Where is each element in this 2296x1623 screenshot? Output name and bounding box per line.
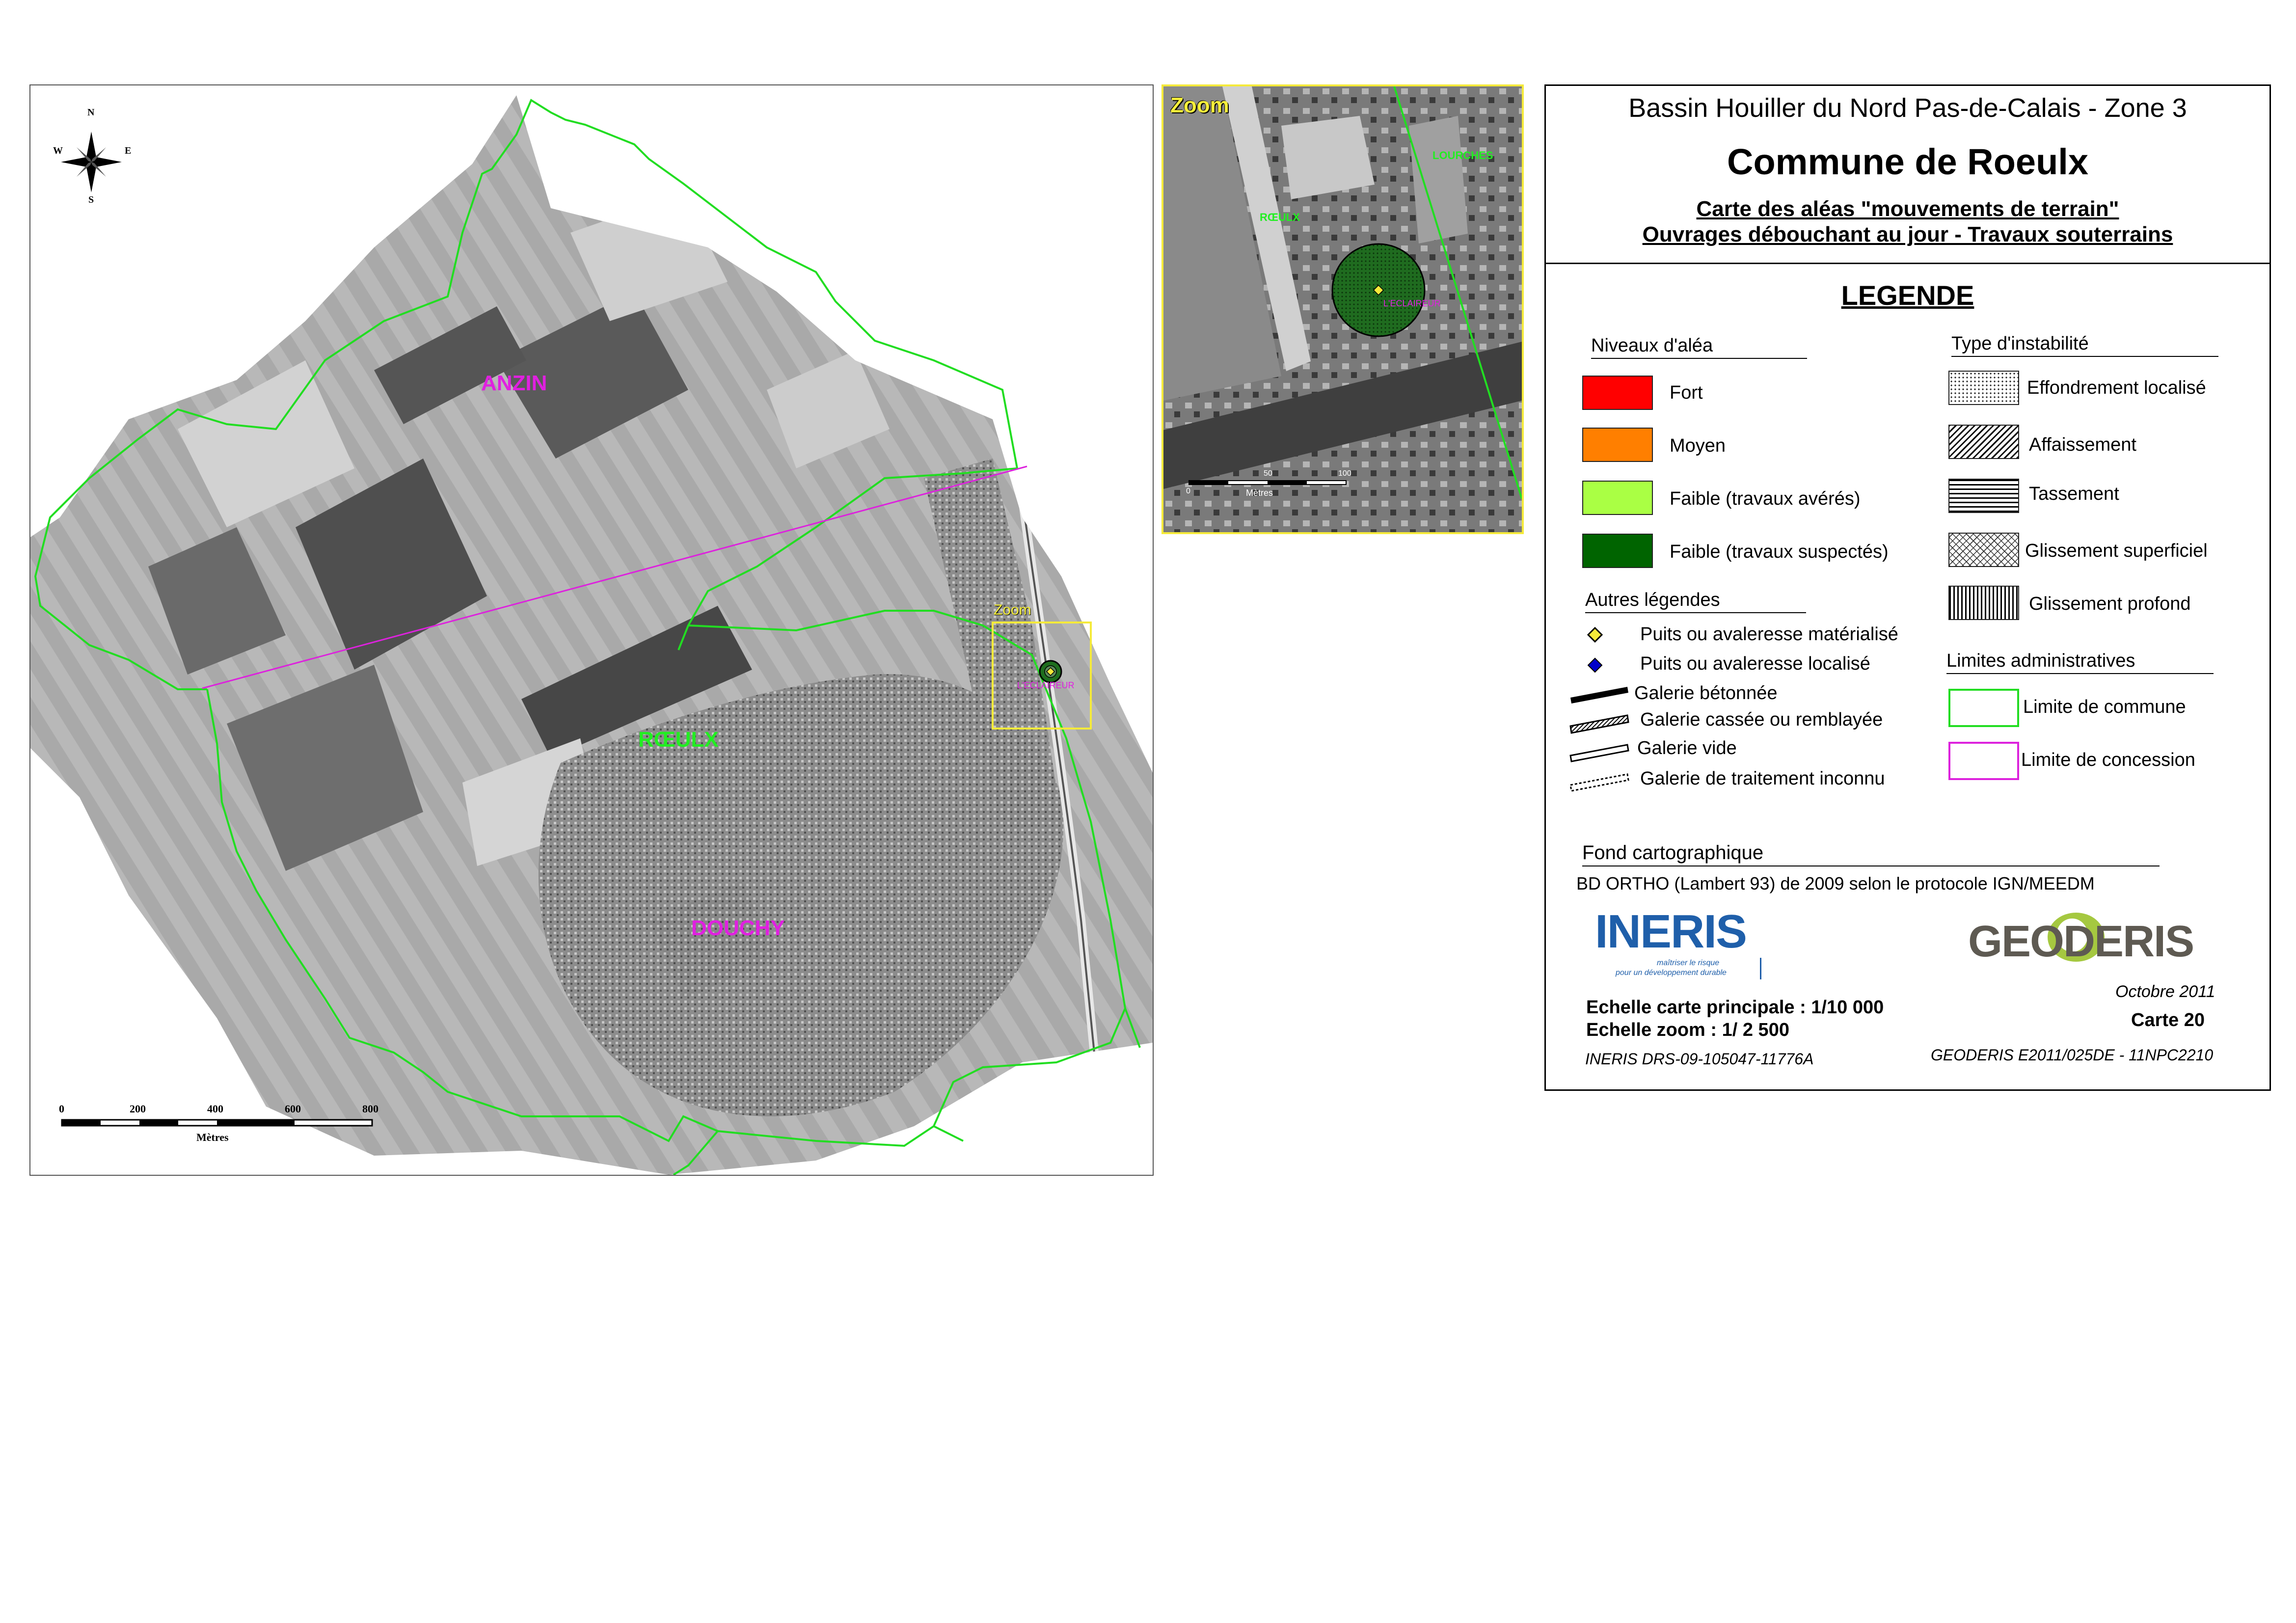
label-glissement-superficiel: Glissement superficiel (2025, 541, 2208, 561)
scale-bar-graphic (61, 1119, 373, 1127)
zoom-label-roeulx: RŒULX (1260, 211, 1300, 223)
ineris-tagline-1: maîtriser le risque (1657, 959, 1720, 967)
orthophoto-canvas (30, 95, 1153, 1175)
scale-tick-600: 600 (285, 1103, 301, 1115)
pattern-glissement-superficiel-icon (1948, 533, 2019, 567)
ineris-logo-text: INERIS (1595, 905, 1747, 958)
compass-e-label: E (125, 145, 132, 156)
label-fort: Fort (1670, 382, 1703, 403)
commune-label-douchy: DOUCHY (691, 916, 785, 940)
title-basin: Bassin Houiller du Nord Pas-de-Calais - … (1628, 93, 2187, 123)
ineris-ref: INERIS DRS-09-105047-11776A (1585, 1050, 1814, 1068)
pattern-affaissement-icon (1948, 425, 2019, 459)
scale-tick-400: 400 (207, 1103, 223, 1115)
legend-panel: Bassin Houiller du Nord Pas-de-Calais - … (1544, 84, 2271, 1091)
fond-title: Fond cartographique (1582, 842, 1764, 864)
pattern-tassement-icon (1948, 479, 2019, 513)
ineris-logo: INERIS maîtriser le risque pour un dével… (1595, 905, 1772, 983)
swatch-moyen (1582, 428, 1653, 462)
title-map-type: Carte des aléas "mouvements de terrain" (1696, 197, 2119, 221)
compass-rose (61, 132, 122, 192)
main-map[interactable]: N S E W ANZIN RŒULX DOUCHY Zoom L'ECLAIR… (29, 84, 1154, 1176)
label-puits-materialise: Puits ou avaleresse matérialisé (1640, 624, 1898, 645)
limites-underline (1946, 673, 2214, 674)
map-number: Carte 20 (2131, 1010, 2205, 1030)
label-affaissement: Affaissement (2029, 434, 2136, 455)
autres-title: Autres légendes (1585, 590, 1720, 610)
title-block: Bassin Houiller du Nord Pas-de-Calais - … (1546, 86, 2269, 264)
label-faible-averes: Faible (travaux avérés) (1670, 488, 1861, 509)
echelle-main: Echelle carte principale : 1/10 000 (1586, 997, 1884, 1018)
autres-underline (1585, 612, 1806, 613)
legend-heading: LEGENDE (1841, 280, 1974, 311)
swatch-faible-averes (1582, 481, 1653, 515)
label-limite-concession: Limite de concession (2021, 750, 2195, 770)
thick-black-line-icon (1570, 687, 1628, 703)
zoom-scale-tick-100: 100 (1338, 469, 1351, 478)
label-galerie-vide: Galerie vide (1637, 738, 1737, 758)
zoom-label-lourches: LOURCHES (1432, 149, 1493, 162)
label-galerie-inconnu: Galerie de traitement inconnu (1640, 768, 1885, 789)
main-zoom-label: Zoom (994, 602, 1031, 618)
scale-tick-0: 0 (59, 1103, 64, 1115)
label-effondrement: Effondrement localisé (2027, 378, 2206, 398)
commune-label-roeulx: RŒULX (638, 728, 719, 752)
commune-label-anzin: ANZIN (481, 371, 547, 395)
niveaux-title: Niveaux d'aléa (1591, 335, 1713, 356)
title-subject: Ouvrages débouchant au jour - Travaux so… (1642, 222, 2173, 246)
ineris-tagline-2: pour un développement durable (1616, 969, 1727, 977)
zoom-site-label: L'ECLAIREUR (1383, 298, 1441, 308)
swatch-fort (1582, 376, 1653, 410)
scale-tick-200: 200 (130, 1103, 146, 1115)
hollow-line-icon (1569, 744, 1629, 762)
niveaux-underline (1591, 358, 1807, 359)
limite-commune-swatch (1948, 689, 2019, 727)
zoom-scale-tick-0: 0 (1186, 487, 1190, 495)
scale-unit-label: Mètres (196, 1131, 229, 1143)
map-date: Octobre 2011 (2115, 982, 2215, 1001)
label-glissement-profond: Glissement profond (2029, 594, 2191, 614)
limite-concession-swatch (1948, 742, 2019, 780)
echelle-zoom: Echelle zoom : 1/ 2 500 (1586, 1020, 1789, 1040)
zoom-title: Zoom (1170, 93, 1229, 117)
geoderis-ref: GEODERIS E2011/025DE - 11NPC2210 (1931, 1046, 2214, 1064)
zoom-scale-tick-50: 50 (1264, 469, 1272, 478)
swatch-faible-suspectes (1582, 534, 1653, 568)
dotted-line-icon (1569, 773, 1629, 792)
zoom-map[interactable]: Zoom RŒULX LOURCHES L'ECLAIREUR 0 50 100… (1162, 84, 1524, 534)
instabilite-underline (1951, 356, 2218, 357)
zoom-scale-unit: Mètres (1246, 488, 1273, 498)
label-puits-localise: Puits ou avaleresse localisé (1640, 653, 1870, 674)
yellow-diamond-icon (1587, 626, 1603, 643)
hatched-line-icon (1569, 714, 1629, 734)
limites-title: Limites administratives (1946, 650, 2135, 671)
label-moyen: Moyen (1670, 435, 1726, 456)
pattern-effondrement-icon (1948, 371, 2019, 405)
instabilite-title: Type d'instabilité (1951, 333, 2089, 354)
label-galerie-betonnee: Galerie bétonnée (1634, 683, 1778, 703)
main-site-label: L'ECLAIREUR (1017, 680, 1075, 690)
pattern-glissement-profond-icon (1948, 586, 2019, 620)
blue-diamond-icon (1587, 657, 1603, 673)
compass-s-label: S (88, 194, 94, 205)
label-tassement: Tassement (2029, 484, 2119, 504)
geoderis-logo-text: GEODERIS (1968, 917, 2194, 966)
label-limite-commune: Limite de commune (2023, 697, 2186, 717)
label-galerie-cassee: Galerie cassée ou remblayée (1640, 709, 1883, 730)
geoderis-logo: GEODERIS (1968, 909, 2243, 973)
label-faible-suspectes: Faible (travaux suspectés) (1670, 541, 1889, 562)
compass-n-label: N (87, 107, 95, 118)
fond-text: BD ORTHO (Lambert 93) de 2009 selon le p… (1576, 873, 2095, 893)
title-commune: Commune de Roeulx (1727, 141, 2088, 182)
compass-w-label: W (53, 145, 63, 156)
scale-tick-800: 800 (362, 1103, 378, 1115)
